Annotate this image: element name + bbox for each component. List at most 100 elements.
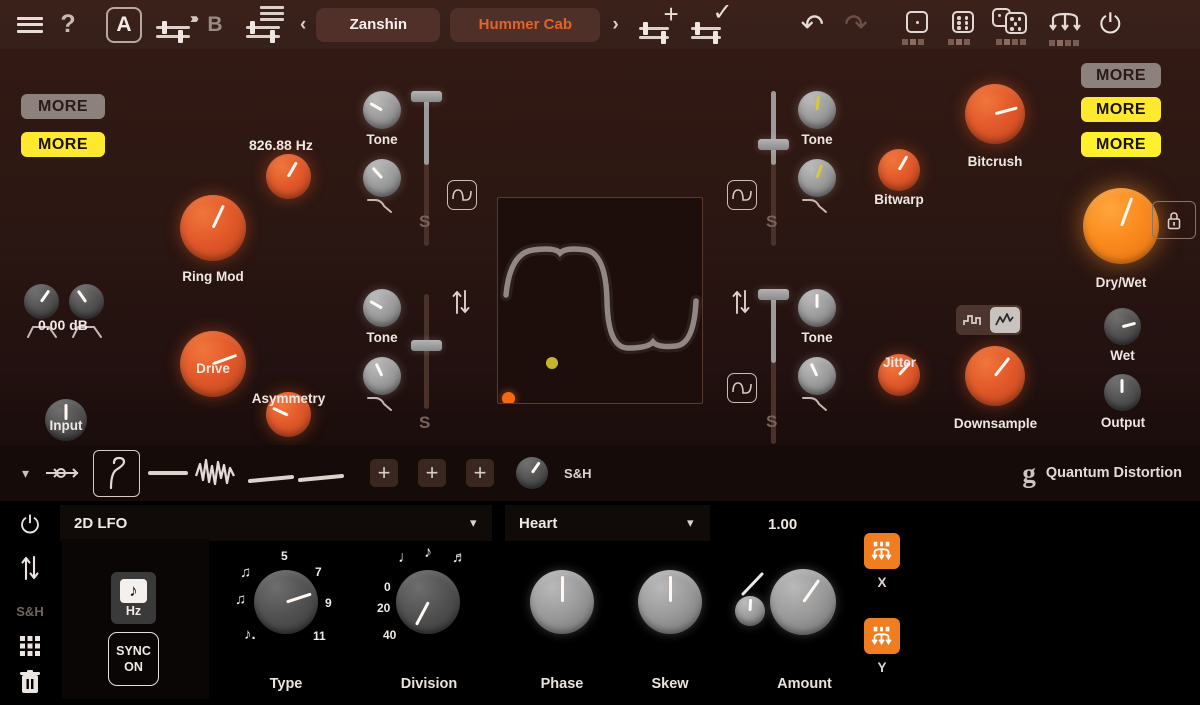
lfo-curve-icon[interactable] [93, 449, 141, 497]
preset-name-button[interactable]: Hummer Cab [450, 7, 601, 42]
phase-label: Phase [540, 676, 584, 692]
dice-one-icon[interactable] [901, 10, 932, 45]
tone-shape-knob-1[interactable] [363, 159, 401, 197]
slot-a-button[interactable]: A [106, 6, 142, 43]
tone-shape-knob-2[interactable] [363, 357, 401, 395]
double-dice-icon[interactable] [991, 7, 1034, 45]
assign-y-button[interactable] [864, 618, 900, 654]
main-panel: MORE MORE 826.88 Hz Ring Mod 0.00 dB Inp… [0, 49, 1200, 445]
lfo-rate-value[interactable]: 1.00 [768, 516, 797, 533]
hamburger-icon[interactable] [12, 7, 48, 43]
waveform-shape-button-1[interactable] [447, 180, 477, 210]
input-shape-knob-2[interactable] [69, 284, 104, 319]
type-tick-5: ♪. [244, 626, 256, 643]
add-mod-slot-3[interactable]: + [466, 459, 495, 487]
chevron-down-icon[interactable]: ▾ [22, 465, 29, 482]
division-label: Division [400, 676, 458, 692]
add-mod-slot-2[interactable]: + [418, 459, 447, 487]
waveform-shape-button-2[interactable] [727, 180, 757, 210]
dice-six-icon[interactable] [947, 10, 978, 45]
stepped-wave-icon[interactable] [958, 307, 988, 333]
lfo-shape-dropdown[interactable]: Heart [505, 505, 710, 541]
tone-knob-3[interactable] [798, 91, 836, 129]
slot-b-button[interactable]: B [202, 13, 228, 37]
output-knob[interactable] [1104, 374, 1141, 411]
amount-knob[interactable] [770, 569, 836, 635]
bitwarp-knob[interactable] [878, 149, 920, 191]
preset-bank-button[interactable]: Zanshin [316, 7, 441, 42]
phase-knob[interactable] [530, 570, 594, 634]
link-updown-icon-1[interactable] [449, 287, 473, 317]
undo-button[interactable]: ↶ [801, 10, 824, 39]
more-chip-4[interactable]: MORE [1081, 97, 1161, 122]
drive-amount-slider-2[interactable] [411, 294, 442, 409]
add-preset-icon[interactable]: + [638, 1, 681, 44]
ramp-line-icon-1[interactable] [248, 460, 296, 486]
modulation-route-icon[interactable] [45, 465, 81, 481]
type-tick-3: 9 [325, 596, 332, 610]
copy-settings-icon[interactable]: ››› [154, 10, 199, 43]
lfo-source-dropdown[interactable]: 2D LFO [60, 505, 492, 541]
drag-point-yellow[interactable] [546, 357, 558, 369]
ramp-line-icon-2[interactable] [298, 460, 346, 486]
more-chip-1[interactable]: MORE [21, 94, 105, 119]
tone-shape-knob-3[interactable] [798, 159, 836, 197]
assign-x-button[interactable] [864, 533, 900, 569]
lfo-bipolar-icon[interactable] [0, 553, 60, 583]
lfo-source-chevron-icon[interactable]: ▾ [470, 515, 477, 531]
slider-menu-icon[interactable] [244, 5, 284, 43]
flat-line-icon[interactable] [148, 466, 189, 480]
lfo-sh-label[interactable]: S&H [0, 601, 60, 621]
division-tick-0: ♩ [398, 549, 414, 566]
amount-mod-knob[interactable] [735, 596, 765, 626]
tone-knob-4[interactable] [798, 289, 836, 327]
redo-button[interactable]: ↷ [844, 10, 867, 39]
wet-knob[interactable] [1104, 308, 1141, 345]
downsample-knob[interactable] [965, 346, 1025, 406]
assign-y-label: Y [877, 660, 887, 675]
lfo-shape-chevron-icon[interactable]: ▾ [687, 515, 694, 531]
prev-preset-button[interactable]: ‹ [294, 14, 312, 36]
downsample-mode-toggle[interactable] [956, 305, 1022, 335]
drive-label: Drive [196, 361, 230, 376]
hz-note-toggle[interactable]: ♪ Hz [111, 572, 156, 624]
lock-icon [1167, 211, 1181, 229]
waveform-shape-button-3[interactable] [727, 373, 757, 403]
sync-toggle-button[interactable]: SYNC ON [108, 632, 159, 686]
drag-point-orange[interactable] [502, 392, 515, 403]
link-updown-icon-2[interactable] [729, 287, 753, 317]
tone-knob-1[interactable] [363, 91, 401, 129]
next-preset-button[interactable]: › [606, 14, 624, 36]
lfo-power-icon[interactable]: ⏻ [0, 511, 60, 541]
tone-shape-knob-4[interactable] [798, 357, 836, 395]
more-chip-3[interactable]: MORE [1081, 63, 1161, 88]
add-mod-slot-1[interactable]: + [370, 459, 399, 487]
skew-knob[interactable] [638, 570, 702, 634]
sh-amount-knob[interactable] [516, 457, 549, 489]
output-label: Output [1100, 415, 1146, 430]
more-chip-5[interactable]: MORE [1081, 132, 1161, 157]
confirm-preset-icon[interactable]: ✓ [690, 0, 733, 44]
trident-morph-icon[interactable] [1048, 10, 1084, 46]
lfo-grid-icon[interactable] [0, 633, 60, 659]
bitcrush-knob[interactable] [965, 84, 1025, 144]
ring-mod-knob[interactable] [180, 195, 246, 261]
division-knob[interactable] [396, 570, 460, 634]
drywet-lock-button[interactable] [1152, 201, 1196, 239]
tone-knob-2[interactable] [363, 289, 401, 327]
lfo-trash-icon[interactable] [0, 668, 60, 696]
transfer-curve-display[interactable] [497, 197, 703, 404]
input-shape-knob-1[interactable] [24, 284, 59, 319]
power-icon[interactable]: ⏻ [1100, 11, 1121, 38]
noise-wave-icon[interactable] [194, 456, 242, 490]
drywet-knob[interactable] [1083, 188, 1159, 264]
division-tick-5: 40 [383, 628, 397, 642]
type-knob[interactable] [254, 570, 318, 634]
help-button[interactable]: ? [48, 7, 88, 43]
plugin-window: ? A ››› B ‹ Zanshin Hummer Cab › + ✓ ↶ ↷… [0, 0, 1200, 705]
more-chip-2[interactable]: MORE [21, 132, 105, 157]
smooth-wave-icon[interactable] [990, 307, 1020, 333]
ringmod-freq-knob[interactable] [266, 154, 311, 199]
sync-line-2: ON [124, 660, 143, 674]
tone-label-2: Tone [366, 330, 398, 345]
